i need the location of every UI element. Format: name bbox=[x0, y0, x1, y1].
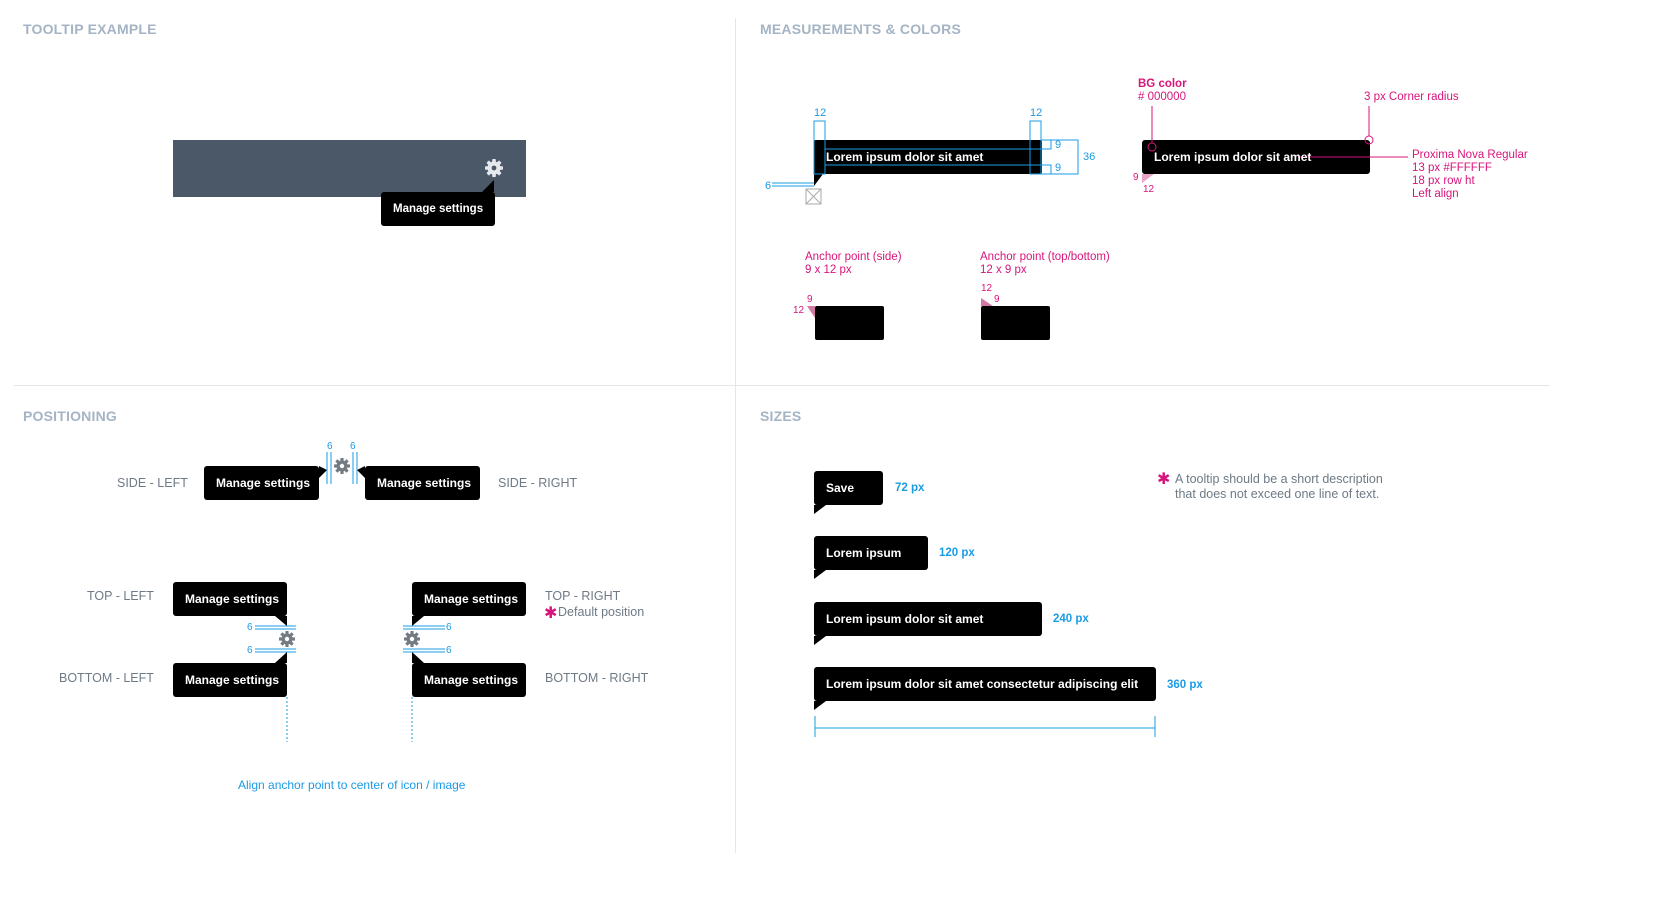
size-label-360: 360 px bbox=[1167, 679, 1203, 691]
size-label-240: 240 px bbox=[1053, 613, 1089, 625]
size-label-72: 72 px bbox=[895, 482, 925, 494]
size-label-120: 120 px bbox=[939, 547, 975, 559]
size-tooltip-72: Save bbox=[814, 471, 883, 505]
size-note-line2: that does not exceed one line of text. bbox=[1175, 487, 1380, 501]
size-tooltip-360: Lorem ipsum dolor sit amet consectetur a… bbox=[814, 667, 1156, 701]
size-tooltip-120: Lorem ipsum bbox=[814, 536, 928, 570]
size-anchors bbox=[814, 505, 1156, 737]
note-asterisk-icon: ✱ bbox=[1157, 469, 1171, 488]
size-tooltip-240: Lorem ipsum dolor sit amet bbox=[814, 602, 1042, 636]
size-note-line1: A tooltip should be a short description bbox=[1175, 472, 1383, 486]
